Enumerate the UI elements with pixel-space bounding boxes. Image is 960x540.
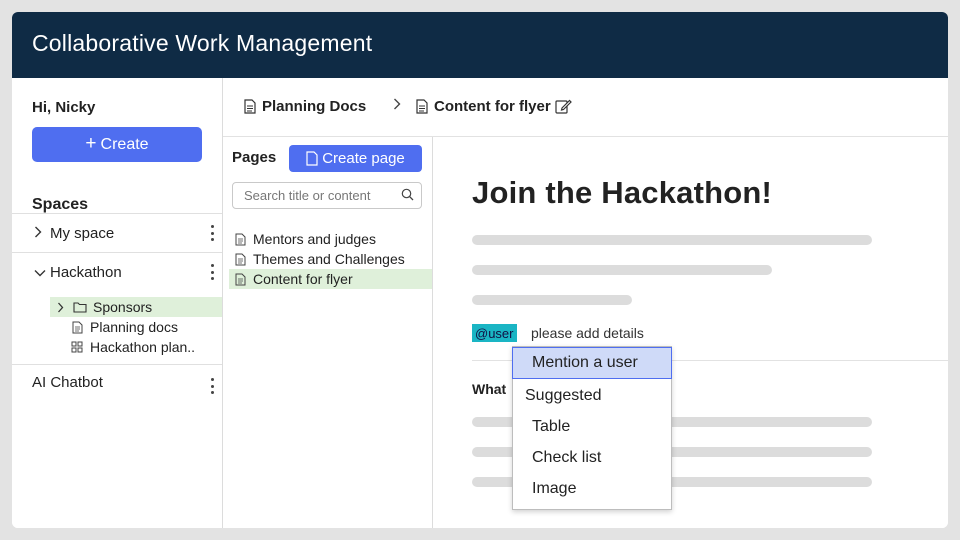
breadcrumb-label: Planning Docs [262, 98, 367, 115]
page-item-mentors[interactable]: Mentors and judges [229, 229, 432, 249]
search-icon[interactable] [401, 188, 414, 206]
document-icon [244, 99, 256, 114]
menu-item-table[interactable]: Table [513, 412, 671, 442]
mention-text: please add details [531, 325, 644, 341]
mention-tag[interactable]: @user [472, 324, 517, 342]
more-options-icon[interactable] [210, 264, 214, 280]
create-button[interactable]: + Create [32, 127, 202, 162]
breadcrumb-planning-docs[interactable]: Planning Docs [244, 98, 366, 115]
menu-item-check-list[interactable]: Check list [513, 443, 671, 473]
search-input[interactable] [242, 187, 406, 204]
app-window: Collaborative Work Management Hi, Nicky … [12, 12, 948, 528]
menu-item-suggested[interactable]: Suggested [513, 381, 671, 411]
page-item-label: Themes and Challenges [253, 251, 405, 267]
app-title: Collaborative Work Management [32, 30, 373, 56]
tree-item-label: Hackathon plan.. [90, 339, 196, 355]
placeholder-line [472, 265, 772, 275]
document-icon [70, 321, 84, 334]
space-my-space[interactable]: My space [12, 221, 222, 245]
tree-item-label: Sponsors [93, 299, 153, 315]
section-label: What [472, 381, 507, 397]
folder-icon [73, 301, 87, 313]
document-icon [235, 233, 246, 245]
document-icon [235, 253, 246, 265]
menu-item-mention-user[interactable]: Mention a user [512, 347, 672, 379]
create-page-button[interactable]: Create page [289, 145, 422, 172]
document-icon [235, 273, 246, 285]
space-hackathon[interactable]: Hackathon [12, 260, 222, 284]
chevron-right-icon [393, 98, 407, 110]
pages-panel: Pages Create page Mentors and judges The… [223, 137, 433, 528]
search-box [232, 182, 422, 209]
chevron-down-icon[interactable] [34, 264, 46, 280]
space-label: My space [50, 224, 115, 242]
create-button-label: Create [100, 135, 149, 153]
page-item-content-for-flyer[interactable]: Content for flyer [229, 269, 432, 289]
breadcrumb-content-for-flyer[interactable]: Content for flyer [416, 98, 572, 115]
top-bar: Collaborative Work Management [12, 12, 948, 78]
divider [12, 213, 222, 214]
page-item-label: Mentors and judges [253, 231, 376, 247]
page-item-themes[interactable]: Themes and Challenges [229, 249, 432, 269]
chevron-right-icon[interactable] [34, 225, 42, 241]
mention-menu: Mention a user Suggested Table Check lis… [512, 346, 672, 510]
menu-item-image[interactable]: Image [513, 474, 671, 504]
breadcrumb-label: Content for flyer [434, 98, 551, 115]
document-editor[interactable]: Join the Hackathon! @user please add det… [433, 137, 948, 528]
spaces-heading: Spaces [32, 196, 89, 213]
greeting: Hi, Nicky [32, 99, 96, 116]
pages-heading: Pages [232, 149, 277, 166]
placeholder-line [472, 295, 632, 305]
chevron-right-icon[interactable] [53, 302, 67, 313]
document-title[interactable]: Join the Hackathon! [472, 175, 772, 211]
edit-icon[interactable] [555, 98, 572, 115]
tree-item-hackathon-plan[interactable]: Hackathon plan.. [50, 337, 242, 357]
create-page-label: Create page [322, 150, 405, 167]
document-icon [306, 151, 318, 166]
breadcrumb: Planning Docs Content for flyer [223, 78, 948, 137]
ai-chatbot[interactable]: AI Chatbot [32, 374, 103, 391]
board-icon [70, 341, 84, 353]
divider [12, 364, 222, 365]
tree-item-sponsors[interactable]: Sponsors [50, 297, 222, 317]
more-options-icon[interactable] [210, 378, 214, 394]
tree-item-planning-docs[interactable]: Planning docs [50, 317, 242, 337]
divider [12, 252, 222, 253]
plus-icon: + [85, 132, 97, 154]
more-options-icon[interactable] [210, 225, 214, 241]
space-label: Hackathon [50, 263, 122, 281]
sidebar: Hi, Nicky + Create Spaces My space Hacka… [12, 78, 223, 528]
placeholder-line [472, 235, 872, 245]
page-item-label: Content for flyer [253, 271, 353, 287]
tree-item-label: Planning docs [90, 319, 178, 335]
document-icon [416, 99, 428, 114]
